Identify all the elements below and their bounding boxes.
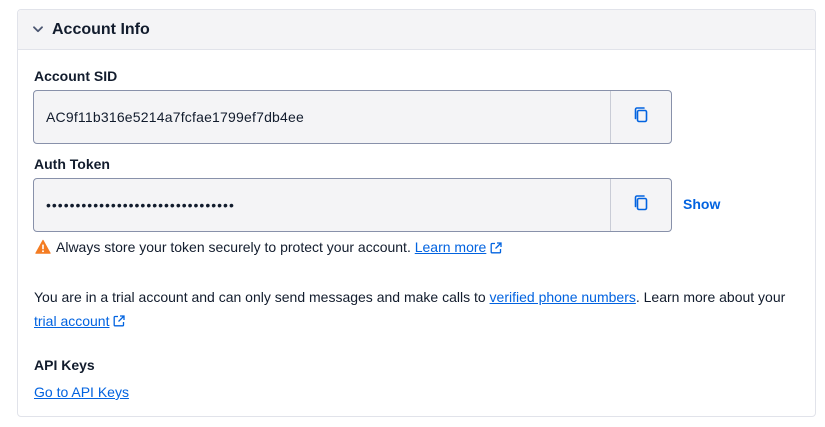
copy-icon [632, 106, 650, 129]
external-link-icon [490, 241, 502, 254]
go-to-api-keys-link[interactable]: Go to API Keys [34, 384, 129, 400]
warning-text: Always store your token securely to prot… [56, 239, 411, 255]
chevron-down-icon [32, 24, 44, 36]
account-sid-value[interactable]: AC9f11b316e5214a7fcfae1799ef7db4ee [34, 91, 610, 143]
token-warning: Always store your token securely to prot… [35, 239, 502, 255]
auth-token-field: •••••••••••••••••••••••••••••••• [33, 178, 672, 232]
account-sid-label: Account SID [34, 68, 118, 84]
verified-phone-numbers-link[interactable]: verified phone numbers [490, 289, 636, 305]
account-info-panel: Account Info Account SID AC9f11b316e5214… [17, 9, 816, 417]
trial-text-middle: . Learn more about your [635, 289, 786, 305]
trial-account-link[interactable]: trial account [34, 313, 109, 329]
external-link-icon [113, 310, 126, 327]
account-info-header[interactable]: Account Info [18, 10, 815, 50]
copy-icon [632, 194, 650, 217]
copy-auth-token-button[interactable] [610, 179, 671, 231]
learn-more-link[interactable]: Learn more [415, 239, 487, 255]
trial-text-before: You are in a trial account and can only … [34, 289, 486, 305]
trial-account-notice: You are in a trial account and can only … [34, 285, 804, 333]
auth-token-value[interactable]: •••••••••••••••••••••••••••••••• [34, 179, 610, 231]
learn-more-link-label: Learn more [414, 239, 487, 255]
copy-account-sid-button[interactable] [610, 91, 671, 143]
auth-token-label: Auth Token [34, 156, 110, 172]
warning-triangle-icon [35, 239, 51, 255]
api-keys-link-wrap: Go to API Keys [34, 384, 129, 400]
panel-title: Account Info [52, 20, 150, 38]
account-sid-field: AC9f11b316e5214a7fcfae1799ef7db4ee [33, 90, 672, 144]
show-token-button[interactable]: Show [683, 196, 720, 212]
api-keys-heading: API Keys [34, 357, 95, 373]
